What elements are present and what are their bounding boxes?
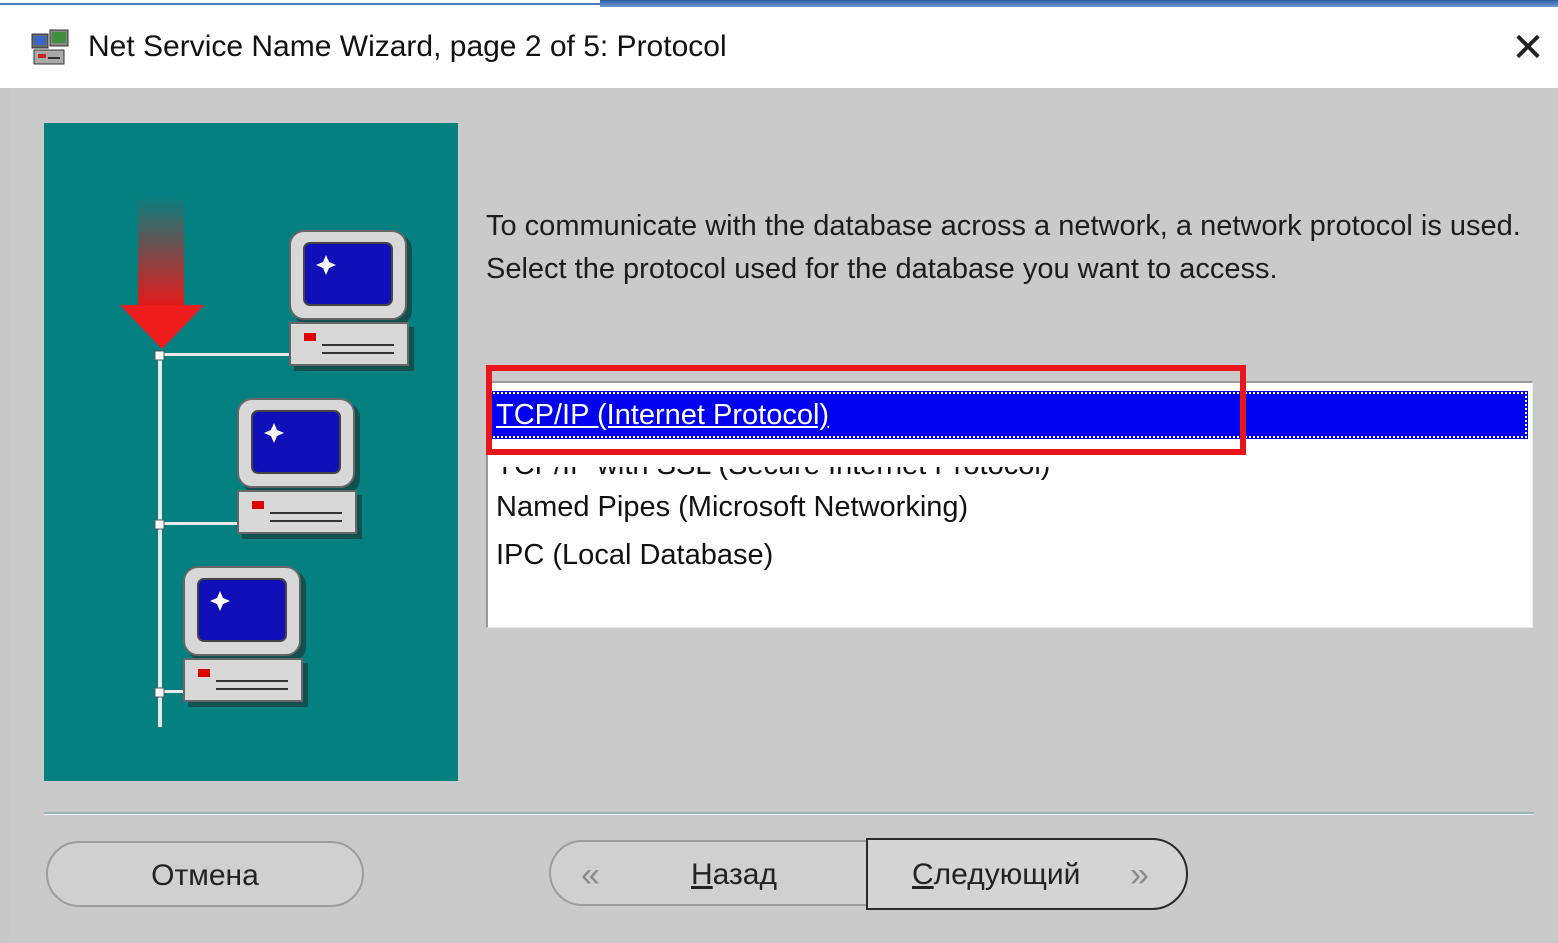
back-label-rest: азад [712, 858, 777, 891]
button-separator [44, 812, 1534, 815]
top-edge [0, 0, 1558, 8]
network-illustration [44, 123, 458, 781]
window-title: Net Service Name Wizard, page 2 of 5: Pr… [88, 30, 727, 63]
back-mnemonic: Н [691, 858, 713, 891]
computer-icon [183, 566, 308, 707]
wizard-app-icon [31, 29, 69, 65]
next-arrow-icon: » [1130, 856, 1149, 894]
computer-icon [289, 230, 414, 371]
annotation-highlight [486, 365, 1246, 455]
back-button[interactable]: « Назад [549, 840, 869, 906]
computer-icon [237, 398, 362, 539]
next-label-rest: ледующий [933, 858, 1081, 891]
back-arrow-icon: « [581, 856, 600, 894]
top-edge-line [0, 3, 600, 5]
network-arrow-icon [120, 195, 204, 349]
back-button-label: Назад [691, 842, 777, 908]
list-item-ipc[interactable]: IPC (Local Database) [496, 539, 773, 572]
background-window-edge [600, 0, 1558, 7]
close-icon[interactable]: ✕ [1498, 22, 1558, 74]
next-button-label: Следующий [912, 840, 1080, 910]
next-button[interactable]: Следующий » [866, 838, 1188, 910]
protocol-description: To communicate with the database across … [486, 210, 1521, 285]
cancel-button[interactable]: Отмена [46, 841, 364, 907]
cancel-button-label: Отмена [151, 859, 259, 892]
title-bar: Net Service Name Wizard, page 2 of 5: Pr… [0, 8, 1558, 88]
list-item-named-pipes[interactable]: Named Pipes (Microsoft Networking) [496, 491, 968, 524]
network-diagram-icon [120, 195, 414, 727]
next-mnemonic: С [912, 858, 934, 891]
